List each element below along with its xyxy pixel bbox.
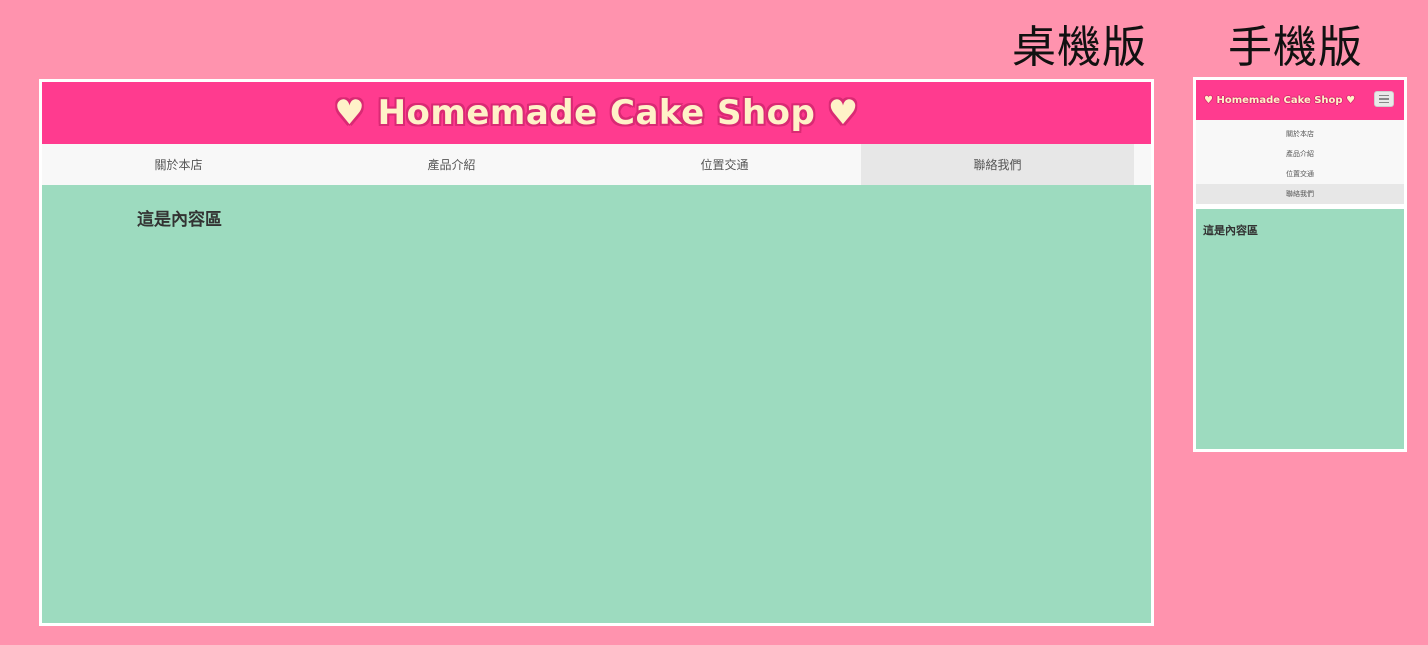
mobile-nav-item-about[interactable]: 關於本店 (1196, 124, 1404, 144)
mobile-site-title[interactable]: ♥ Homemade Cake Shop ♥ (1204, 95, 1355, 106)
nav-item-about[interactable]: 關於本店 (42, 144, 315, 185)
mobile-site-title-text: Homemade Cake Shop (1216, 94, 1343, 106)
hamburger-menu-icon[interactable] (1374, 91, 1394, 107)
mobile-nav-item-location[interactable]: 位置交通 (1196, 164, 1404, 184)
content-heading: 這是內容區 (137, 210, 222, 230)
mobile-preview: ♥ Homemade Cake Shop ♥ 關於本店 產品介紹 位置交通 聯絡… (1193, 77, 1407, 452)
site-header: ♥ Homemade Cake Shop ♥ (42, 82, 1151, 144)
mobile-version-label: 手機版 (1228, 22, 1363, 73)
mobile-content-area: 這是內容區 (1196, 209, 1404, 449)
mobile-nav-item-products[interactable]: 產品介紹 (1196, 144, 1404, 164)
site-title-text: Homemade Cake Shop (377, 93, 816, 133)
menu-bar (1379, 94, 1389, 97)
content-area: 這是內容區 (42, 185, 1151, 623)
nav-item-location[interactable]: 位置交通 (588, 144, 861, 185)
nav-item-contact[interactable]: 聯絡我們 (861, 144, 1134, 185)
mobile-nav: 關於本店 產品介紹 位置交通 聯絡我們 (1196, 120, 1404, 204)
mobile-site-header: ♥ Homemade Cake Shop ♥ (1196, 80, 1404, 120)
heart-icon: ♥ (1204, 94, 1213, 106)
desktop-preview: ♥ Homemade Cake Shop ♥ 關於本店 產品介紹 位置交通 聯絡… (39, 79, 1154, 626)
menu-bar (1379, 98, 1389, 100)
nav-item-products[interactable]: 產品介紹 (315, 144, 588, 185)
mobile-nav-item-contact[interactable]: 聯絡我們 (1196, 184, 1404, 204)
heart-icon: ♥ (827, 93, 859, 133)
site-title[interactable]: ♥ Homemade Cake Shop ♥ (334, 93, 858, 133)
nav-spacer (1134, 144, 1151, 185)
menu-bar (1379, 101, 1389, 104)
mobile-content-heading: 這是內容區 (1203, 224, 1258, 237)
main-nav: 關於本店 產品介紹 位置交通 聯絡我們 (42, 144, 1151, 185)
desktop-version-label: 桌機版 (1012, 22, 1147, 73)
heart-icon: ♥ (1346, 94, 1356, 106)
heart-icon: ♥ (334, 93, 366, 133)
